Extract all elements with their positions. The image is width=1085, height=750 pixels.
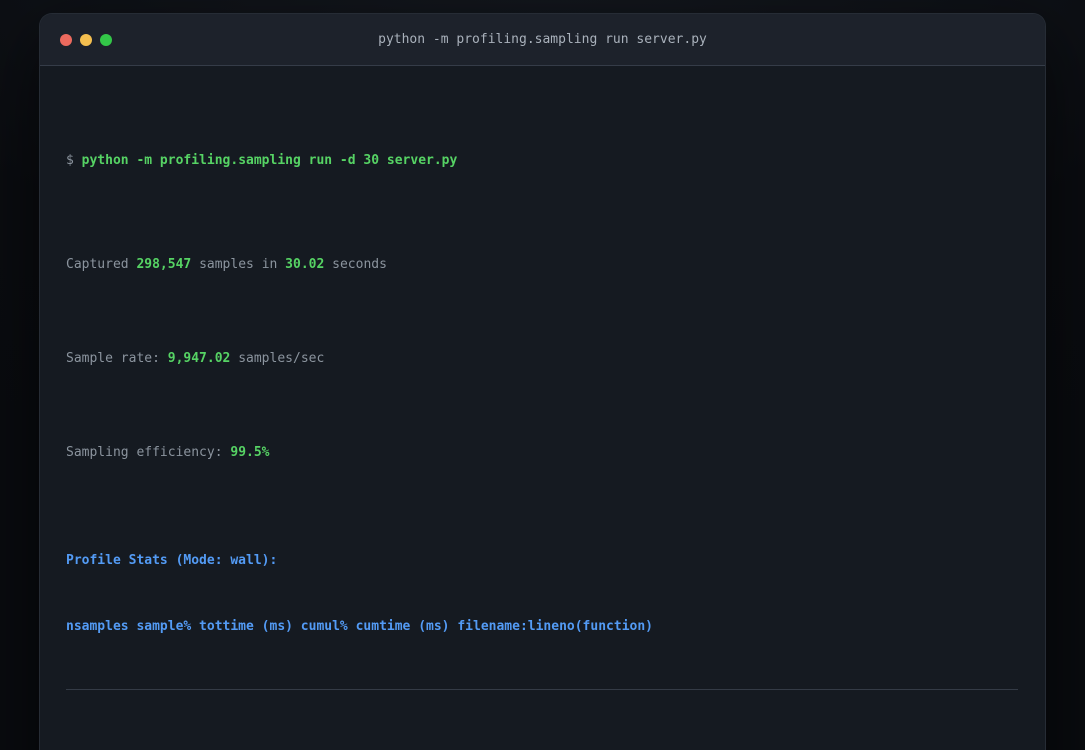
profile-table-header: nsamples sample% tottime (ms) cumul% cum… (66, 619, 653, 634)
captured-label: Captured (66, 257, 137, 272)
terminal-output: $ python -m profiling.sampling run -d 30… (40, 66, 1045, 750)
captured-seconds-value: 30.02 (285, 257, 325, 272)
minimize-button-icon[interactable] (80, 33, 92, 46)
maximize-button-icon[interactable] (100, 33, 112, 46)
profile-stats-title: Profile Stats (Mode: wall): (66, 553, 278, 568)
close-button-icon[interactable] (60, 33, 72, 46)
efficiency-value: 99.5% (230, 445, 270, 460)
captured-stats-line: Captured 298,547 samples in 30.02 second… (66, 254, 1018, 276)
window-title: python -m profiling.sampling run server.… (378, 32, 707, 47)
captured-mid-label: samples in (191, 257, 286, 272)
rate-value: 9,947.02 (167, 351, 231, 366)
table-divider (66, 689, 1018, 690)
rate-suffix-label: samples/sec (230, 351, 325, 366)
captured-suffix-label: seconds (324, 257, 387, 272)
shell-prompt: $ (66, 153, 82, 168)
efficiency-label: Sampling efficiency: (66, 445, 231, 460)
captured-samples-value: 298,547 (136, 257, 192, 272)
command-text: python -m profiling.sampling run -d 30 s… (81, 153, 458, 168)
sample-rate-line: Sample rate: 9,947.02 samples/sec (66, 348, 1018, 370)
command-line: $ python -m profiling.sampling run -d 30… (66, 150, 1018, 172)
window-controls (60, 33, 112, 46)
terminal-window: python -m profiling.sampling run server.… (40, 14, 1045, 750)
rate-label: Sample rate: (66, 351, 168, 366)
sampling-efficiency-line: Sampling efficiency: 99.5% (66, 442, 1018, 464)
window-titlebar[interactable]: python -m profiling.sampling run server.… (40, 14, 1045, 66)
